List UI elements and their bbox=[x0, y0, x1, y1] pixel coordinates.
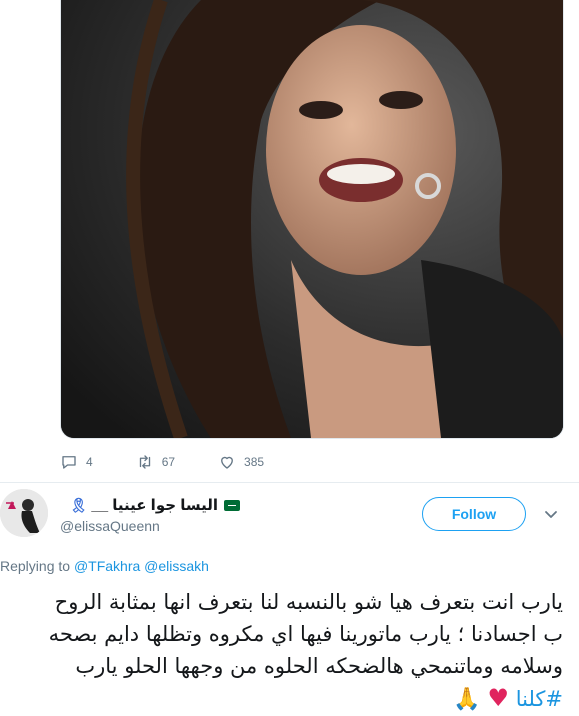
display-name: اليسا جوا عينيا __ bbox=[91, 497, 218, 514]
reply-text-line: وسلامه وماتنمحي هالضحكه الحلوه من وجهها … bbox=[75, 654, 563, 678]
avatar-image bbox=[0, 489, 48, 537]
photo-image bbox=[61, 0, 563, 438]
like-action[interactable]: 385 bbox=[218, 453, 264, 471]
reply-action[interactable]: 4 bbox=[60, 453, 93, 471]
reply-icon bbox=[62, 456, 76, 469]
user-name-row[interactable]: اليسا جوا عينيا __ 🎗 bbox=[60, 494, 240, 516]
reply-text: يارب انت بتعرف هيا شو بالنسبه لنا بتعرف … bbox=[0, 586, 563, 716]
reply-text-last-line: #كلنا ♥ 🙏 bbox=[0, 682, 563, 716]
divider bbox=[0, 482, 579, 483]
replying-to: Replying to @TFakhra @elissakh bbox=[0, 558, 209, 574]
retweet-action[interactable]: 67 bbox=[136, 453, 175, 471]
follow-button[interactable]: Follow bbox=[422, 497, 526, 531]
flag-icon bbox=[224, 499, 240, 511]
reply-text-line: ب اجسادنا ؛ يارب ماتورينا فيها اي مكروه … bbox=[48, 622, 563, 646]
pray-emoji: 🙏 bbox=[453, 687, 481, 712]
avatar[interactable] bbox=[0, 489, 48, 537]
like-count: 385 bbox=[244, 455, 265, 469]
like-icon bbox=[221, 456, 233, 469]
tweet-photo[interactable] bbox=[60, 0, 564, 439]
tweet-actions: 4 67 385 bbox=[60, 448, 307, 476]
reply-text-line: يارب انت بتعرف هيا شو بالنسبه لنا بتعرف … bbox=[54, 590, 563, 614]
reply-count: 4 bbox=[86, 455, 93, 469]
retweet-icon bbox=[139, 455, 150, 469]
replying-to-label: Replying to bbox=[0, 558, 71, 574]
mention-link[interactable]: @TFakhra bbox=[74, 558, 140, 574]
hashtag-link[interactable]: #كلنا bbox=[516, 687, 563, 711]
mention-link[interactable]: @elissakh bbox=[144, 558, 209, 574]
ribbon-icon: 🎗 bbox=[69, 496, 88, 513]
retweet-count: 67 bbox=[161, 455, 176, 469]
user-handle[interactable]: @elissaQueenn bbox=[60, 518, 160, 534]
chevron-down-icon[interactable] bbox=[543, 506, 559, 522]
